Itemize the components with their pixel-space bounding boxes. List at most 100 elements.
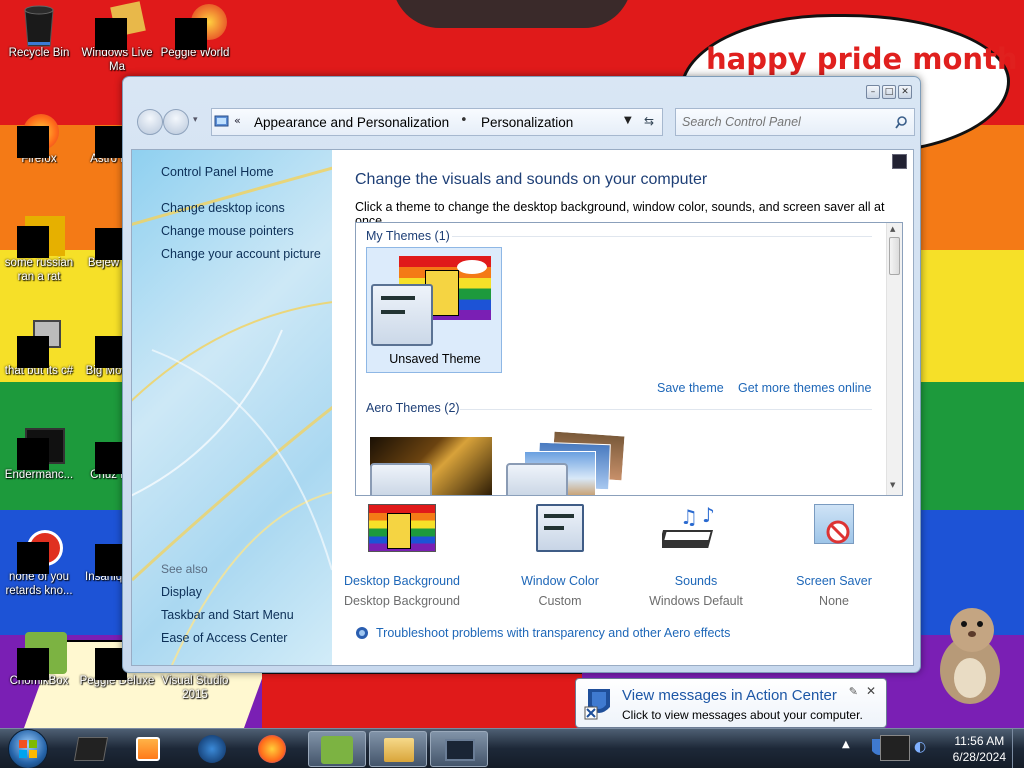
main-pane: Change the visuals and sounds on your co… xyxy=(332,150,913,665)
control-panel-home-link[interactable]: Control Panel Home xyxy=(161,165,274,179)
address-dropdown-icon[interactable]: ▼ xyxy=(624,115,632,126)
windows-live-icon xyxy=(95,1,146,50)
aero-theme-tile-2[interactable] xyxy=(506,429,628,495)
notification-close-icon[interactable]: ✕ xyxy=(866,684,876,698)
get-more-themes-link[interactable]: Get more themes online xyxy=(738,381,871,395)
desktop-icon-peggle-world[interactable]: Peggle World xyxy=(156,0,234,60)
desktop-icon-russian-rat[interactable]: some russian ran a rat xyxy=(0,210,78,284)
taskbar-recycle-app[interactable] xyxy=(62,731,120,767)
save-theme-link[interactable]: Save theme xyxy=(657,381,724,395)
scroll-up-icon[interactable]: ▲ xyxy=(890,225,895,233)
chomikbox-icon xyxy=(321,736,353,764)
chomikbox-icon xyxy=(17,632,67,680)
notification-title[interactable]: View messages in Action Center xyxy=(622,687,837,704)
page-title: Change the visuals and sounds on your co… xyxy=(355,171,708,188)
volume-tray-icon[interactable]: ◐ xyxy=(914,739,926,755)
close-button[interactable]: ✕ xyxy=(898,85,912,99)
desktop-background-title[interactable]: Desktop Background xyxy=(332,574,472,588)
desktop-background-option[interactable]: Desktop Background Desktop Background xyxy=(332,504,472,608)
recent-pages-arrow-icon[interactable]: ▾ xyxy=(193,115,198,125)
show-hidden-icons-icon[interactable]: ▲ xyxy=(842,739,850,750)
display-link[interactable]: Display xyxy=(161,585,202,599)
clock-date: 6/28/2024 xyxy=(952,750,1006,764)
show-desktop-button[interactable] xyxy=(1012,729,1024,768)
search-icon[interactable] xyxy=(895,116,908,129)
divider xyxy=(452,236,872,237)
taskbar-windows-explorer[interactable] xyxy=(369,731,427,767)
desktop-icon-firefox[interactable]: Firefox xyxy=(0,106,78,166)
taskbar-media-player[interactable] xyxy=(120,731,178,767)
control-panel-icon xyxy=(214,115,229,127)
themes-scrollbar[interactable]: ▲ ▼ xyxy=(886,223,902,495)
forward-button[interactable] xyxy=(163,109,189,135)
navigation-bar: ▾ « Appearance and Personalization • Per… xyxy=(131,105,915,139)
change-account-picture-link[interactable]: Change your account picture xyxy=(161,247,321,261)
screen-saver-icon xyxy=(800,504,868,554)
window-controls: – □ ✕ xyxy=(866,85,912,99)
taskbar-app-globe[interactable] xyxy=(184,731,242,767)
taskbar-firefox[interactable] xyxy=(244,731,302,767)
screen-saver-value: None xyxy=(819,594,849,608)
desktop-icon-none-of-you[interactable]: none of you retards kno... xyxy=(0,524,78,598)
desktop-icon-label: some russian ran a rat xyxy=(4,257,74,283)
help-icon[interactable] xyxy=(892,154,907,169)
window-content: Control Panel Home Change desktop icons … xyxy=(131,149,914,666)
sounds-icon: ♫ ♪ xyxy=(658,503,730,554)
scroll-thumb[interactable] xyxy=(889,237,900,275)
control-panel-icon xyxy=(445,739,475,761)
change-desktop-icons-link[interactable]: Change desktop icons xyxy=(161,201,285,215)
folder-icon xyxy=(384,738,414,762)
window-color-title[interactable]: Window Color xyxy=(490,574,630,588)
firefox-icon xyxy=(17,112,59,158)
taskbar: ▲ ◐ 11:56 AM 6/28/2024 xyxy=(0,728,1024,768)
taskbar-control-panel[interactable] xyxy=(430,731,488,767)
address-bar[interactable]: « Appearance and Personalization • Perso… xyxy=(211,108,663,136)
my-themes-heading: My Themes (1) xyxy=(366,229,450,243)
breadcrumb-appearance[interactable]: Appearance and Personalization xyxy=(254,115,449,130)
clock-time: 11:56 AM xyxy=(954,734,1005,748)
search-box[interactable] xyxy=(675,108,915,136)
stack-icon xyxy=(17,320,61,368)
theme-preview-bubble xyxy=(457,260,487,274)
sounds-title[interactable]: Sounds xyxy=(626,574,766,588)
screen-saver-option[interactable]: Screen Saver None xyxy=(764,504,904,608)
top-decoration xyxy=(392,0,632,28)
desktop-icon-that-but-its-csharp[interactable]: that but its c# xyxy=(0,318,78,378)
desktop-icon-endermanch[interactable]: Endermanc... xyxy=(0,422,78,482)
maximize-button[interactable]: □ xyxy=(882,85,896,99)
back-button[interactable] xyxy=(137,109,163,135)
screen-saver-title[interactable]: Screen Saver xyxy=(764,574,904,588)
ease-of-access-link[interactable]: Ease of Access Center xyxy=(161,631,287,645)
notification-options-icon[interactable]: ✎ xyxy=(849,685,858,698)
themes-list[interactable]: My Themes (1) Unsaved Theme Save theme G… xyxy=(355,222,903,496)
sounds-option[interactable]: ♫ ♪ Sounds Windows Default xyxy=(626,503,766,608)
desktop-icon-windows-live[interactable]: Windows Live Ma xyxy=(78,0,156,74)
desktop-icon-chomikbox[interactable]: ChomikBox xyxy=(0,628,78,688)
system-clock[interactable]: 11:56 AM 6/28/2024 xyxy=(953,733,1006,765)
network-tray-icon[interactable] xyxy=(880,735,910,761)
svg-text:♪: ♪ xyxy=(702,504,715,527)
minimize-button[interactable]: – xyxy=(866,85,880,99)
globe-icon xyxy=(198,735,226,763)
scroll-down-icon[interactable]: ▼ xyxy=(890,481,895,489)
desktop-icon-label: none of you retards kno... xyxy=(5,571,73,597)
desktop-icon-recycle-bin[interactable]: Recycle Bin xyxy=(0,0,78,60)
unsaved-theme-tile[interactable]: Unsaved Theme xyxy=(366,247,502,373)
breadcrumb-overflow-icon[interactable]: « xyxy=(234,114,241,127)
change-mouse-pointers-link[interactable]: Change mouse pointers xyxy=(161,224,294,238)
breadcrumb-separator-icon[interactable]: • xyxy=(460,113,468,128)
refresh-icon[interactable]: ⇆ xyxy=(644,114,654,128)
app-icon xyxy=(17,428,65,470)
search-input[interactable] xyxy=(682,113,882,131)
taskbar-start-menu-link[interactable]: Taskbar and Start Menu xyxy=(161,608,294,622)
window-color-value: Custom xyxy=(538,594,582,608)
taskbar-chomikbox[interactable] xyxy=(308,731,366,767)
breadcrumb-personalization[interactable]: Personalization xyxy=(481,115,573,130)
wallpaper-cartoon-shape xyxy=(262,672,582,728)
troubleshoot-link[interactable]: Troubleshoot problems with transparency … xyxy=(376,626,730,640)
aero-theme-tile-1[interactable] xyxy=(370,437,492,495)
action-center-notification[interactable]: View messages in Action Center Click to … xyxy=(575,678,887,728)
window-color-option[interactable]: Window Color Custom xyxy=(490,504,630,608)
start-button[interactable] xyxy=(4,729,54,768)
theme-preview-window xyxy=(506,463,568,495)
